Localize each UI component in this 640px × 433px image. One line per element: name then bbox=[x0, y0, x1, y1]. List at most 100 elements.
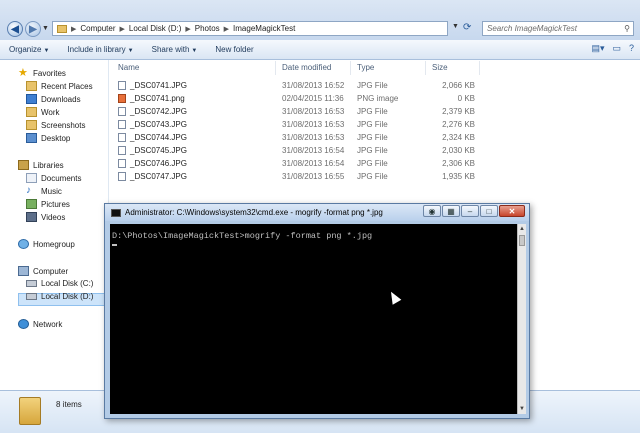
address-dropdown-icon[interactable]: ▼ bbox=[452, 23, 459, 30]
documents-icon bbox=[26, 173, 37, 183]
cmd-window-title: Administrator: C:\Windows\system32\cmd.e… bbox=[125, 208, 383, 217]
column-divider[interactable] bbox=[275, 61, 276, 75]
breadcrumb-imagemagicktest[interactable]: ImageMagickTest bbox=[233, 24, 295, 33]
file-size: 2,276 KB bbox=[442, 120, 475, 129]
file-row[interactable]: _DSC0744.JPG 31/08/2013 16:53 JPG File 2… bbox=[115, 131, 485, 144]
nav-favorites[interactable]: ★ Favorites bbox=[18, 67, 66, 79]
nav-recent-places[interactable]: Recent Places bbox=[26, 81, 93, 91]
help-icon[interactable]: ? bbox=[629, 43, 634, 54]
search-input[interactable]: Search ImageMagickTest ⚲ bbox=[482, 21, 634, 36]
share-with-button[interactable]: Share with ▼ bbox=[143, 45, 207, 54]
address-bar[interactable]: ▶ Computer ▶ Local Disk (D:) ▶ Photos ▶ … bbox=[52, 21, 448, 36]
cmd-title-bar[interactable]: Administrator: C:\Windows\system32\cmd.e… bbox=[105, 204, 529, 221]
column-header-size[interactable]: Size bbox=[432, 63, 448, 72]
window-layout-icon[interactable]: ▦ bbox=[442, 205, 460, 217]
column-header-name[interactable]: Name bbox=[118, 63, 139, 72]
new-folder-button[interactable]: New folder bbox=[206, 45, 262, 54]
nav-local-disk-c[interactable]: Local Disk (C:) bbox=[26, 279, 93, 288]
scroll-down-icon[interactable]: ▼ bbox=[518, 405, 526, 413]
nav-downloads[interactable]: Downloads bbox=[26, 94, 81, 104]
scroll-thumb[interactable] bbox=[519, 235, 525, 246]
breadcrumb-local-disk-d[interactable]: Local Disk (D:) bbox=[129, 24, 181, 33]
breadcrumb-computer[interactable]: Computer bbox=[80, 24, 115, 33]
chevron-right-icon[interactable]: ▶ bbox=[224, 25, 229, 33]
nav-work[interactable]: Work bbox=[26, 107, 60, 117]
column-header-date[interactable]: Date modified bbox=[282, 63, 331, 72]
file-type: JPG File bbox=[357, 107, 388, 116]
file-row[interactable]: _DSC0743.JPG 31/08/2013 16:53 JPG File 2… bbox=[115, 118, 485, 131]
file-date: 31/08/2013 16:53 bbox=[282, 133, 345, 142]
column-header-type[interactable]: Type bbox=[357, 63, 374, 72]
nav-videos[interactable]: Videos bbox=[26, 212, 65, 222]
scroll-up-icon[interactable]: ▲ bbox=[518, 225, 526, 233]
pictures-icon bbox=[26, 199, 37, 209]
disk-icon bbox=[26, 280, 37, 287]
file-name: _DSC0742.JPG bbox=[130, 107, 187, 116]
search-placeholder: Search ImageMagickTest bbox=[487, 24, 577, 33]
nav-computer[interactable]: Computer bbox=[18, 266, 68, 276]
nav-screenshots[interactable]: Screenshots bbox=[26, 120, 85, 130]
file-name: _DSC0747.JPG bbox=[130, 172, 187, 181]
file-row[interactable]: _DSC0745.JPG 31/08/2013 16:54 JPG File 2… bbox=[115, 144, 485, 157]
view-options-icon[interactable]: ▤▾ bbox=[591, 43, 604, 54]
vertical-scrollbar[interactable]: ▲ ▼ bbox=[517, 224, 526, 414]
column-divider[interactable] bbox=[479, 61, 480, 75]
folder-icon bbox=[26, 107, 37, 117]
eye-icon[interactable]: ◉ bbox=[423, 205, 441, 217]
preview-pane-icon[interactable]: ▭ bbox=[612, 43, 621, 54]
file-row[interactable]: _DSC0741.png 02/04/2015 11:36 PNG image … bbox=[115, 92, 485, 105]
breadcrumb-photos[interactable]: Photos bbox=[195, 24, 220, 33]
file-name: _DSC0743.JPG bbox=[130, 120, 187, 129]
minimize-button[interactable]: – bbox=[461, 205, 479, 217]
close-button[interactable]: ✕ bbox=[499, 205, 525, 217]
nav-pictures[interactable]: Pictures bbox=[26, 199, 70, 209]
column-divider[interactable] bbox=[425, 61, 426, 75]
file-date: 31/08/2013 16:53 bbox=[282, 120, 345, 129]
back-button[interactable]: ◀ bbox=[7, 21, 23, 37]
file-type: JPG File bbox=[357, 172, 388, 181]
maximize-button[interactable]: □ bbox=[480, 205, 498, 217]
file-date: 02/04/2015 11:36 bbox=[282, 94, 344, 103]
nav-homegroup[interactable]: Homegroup bbox=[18, 239, 75, 249]
include-in-library-button[interactable]: Include in library ▼ bbox=[58, 45, 142, 54]
chevron-right-icon[interactable]: ▶ bbox=[71, 25, 76, 33]
disk-icon bbox=[26, 293, 37, 300]
star-icon: ★ bbox=[18, 67, 28, 79]
file-type: JPG File bbox=[357, 81, 388, 90]
nav-music[interactable]: ♪ Music bbox=[26, 186, 62, 196]
nav-network[interactable]: Network bbox=[18, 319, 62, 329]
address-strip: ◀ ▶ ▼ ▶ Computer ▶ Local Disk (D:) ▶ Pho… bbox=[0, 0, 640, 40]
history-dropdown-icon[interactable]: ▼ bbox=[42, 25, 49, 32]
file-date: 31/08/2013 16:54 bbox=[282, 159, 345, 168]
jpg-file-icon bbox=[118, 120, 126, 129]
nav-documents[interactable]: Documents bbox=[26, 173, 81, 183]
png-file-icon bbox=[118, 94, 126, 103]
chevron-right-icon[interactable]: ▶ bbox=[120, 25, 125, 33]
file-date: 31/08/2013 16:55 bbox=[282, 172, 345, 181]
console-output[interactable]: D:\Photos\ImageMagickTest>mogrify -forma… bbox=[110, 224, 517, 414]
file-date: 31/08/2013 16:54 bbox=[282, 146, 345, 155]
file-size: 2,379 KB bbox=[442, 107, 475, 116]
file-row[interactable]: _DSC0741.JPG 31/08/2013 16:52 JPG File 2… bbox=[115, 79, 485, 92]
folder-icon bbox=[19, 397, 41, 425]
nav-desktop[interactable]: Desktop bbox=[26, 133, 70, 143]
refresh-icon[interactable]: ⟳ bbox=[463, 22, 477, 35]
organize-button[interactable]: Organize ▼ bbox=[0, 45, 58, 54]
file-type: JPG File bbox=[357, 120, 388, 129]
search-icon[interactable]: ⚲ bbox=[624, 24, 630, 33]
file-row[interactable]: _DSC0742.JPG 31/08/2013 16:53 JPG File 2… bbox=[115, 105, 485, 118]
chevron-right-icon[interactable]: ▶ bbox=[185, 25, 190, 33]
folder-icon bbox=[26, 120, 37, 130]
file-row[interactable]: _DSC0746.JPG 31/08/2013 16:54 JPG File 2… bbox=[115, 157, 485, 170]
nav-libraries[interactable]: Libraries bbox=[18, 160, 64, 170]
file-row[interactable]: _DSC0747.JPG 31/08/2013 16:55 JPG File 1… bbox=[115, 170, 485, 183]
file-name: _DSC0745.JPG bbox=[130, 146, 187, 155]
forward-button[interactable]: ▶ bbox=[25, 21, 41, 37]
cmd-window[interactable]: Administrator: C:\Windows\system32\cmd.e… bbox=[104, 203, 530, 419]
file-date: 31/08/2013 16:52 bbox=[282, 81, 345, 90]
jpg-file-icon bbox=[118, 133, 126, 142]
column-divider[interactable] bbox=[350, 61, 351, 75]
file-name: _DSC0741.JPG bbox=[130, 81, 187, 90]
file-date: 31/08/2013 16:53 bbox=[282, 107, 345, 116]
nav-local-disk-d[interactable]: Local Disk (D:) bbox=[26, 292, 93, 301]
